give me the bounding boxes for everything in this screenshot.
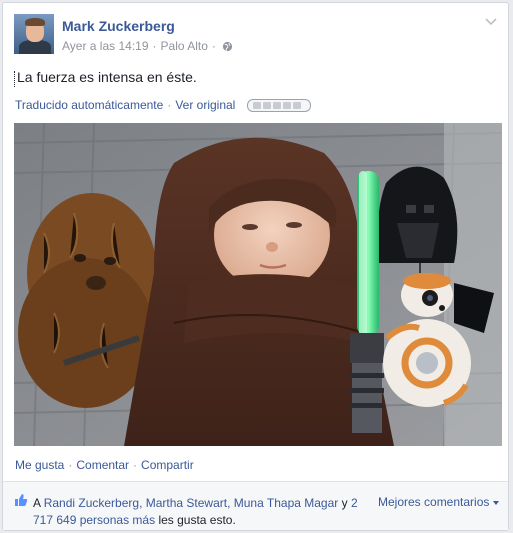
- chevron-down-icon[interactable]: [484, 17, 498, 27]
- comment-button[interactable]: Comentar: [76, 458, 129, 472]
- post-card: Mark Zuckerberg Ayer a las 14:19 · Palo …: [2, 2, 509, 531]
- caret-down-icon: [493, 500, 500, 505]
- like-button[interactable]: Me gusta: [15, 458, 64, 472]
- author-name[interactable]: Mark Zuckerberg: [62, 18, 175, 34]
- see-original-link[interactable]: Ver original: [175, 98, 235, 112]
- thumbs-up-icon: [15, 494, 28, 506]
- profile-avatar[interactable]: [14, 14, 54, 54]
- post-timestamp[interactable]: Ayer a las 14:19: [62, 39, 149, 53]
- post-actions: Me gusta · Comentar · Compartir: [15, 458, 194, 472]
- likes-suffix: les gusta esto.: [158, 513, 236, 527]
- comment-sort-dropdown[interactable]: Mejores comentarios: [378, 495, 500, 509]
- likes-prefix: A: [33, 496, 41, 510]
- likes-summary: A Randi Zuckerberg, Martha Stewart, Muna…: [33, 495, 363, 529]
- translation-bar: Traducido automáticamente · Ver original: [15, 98, 312, 112]
- post-meta: Ayer a las 14:19 · Palo Alto ·: [62, 39, 233, 53]
- globe-icon[interactable]: [222, 41, 233, 52]
- post-text-content: La fuerza es intensa en éste.: [17, 69, 197, 85]
- liker-names[interactable]: Randi Zuckerberg, Martha Stewart, Muna T…: [44, 496, 339, 510]
- post-photo[interactable]: [14, 123, 502, 446]
- comment-sort-label: Mejores comentarios: [378, 495, 490, 509]
- share-button[interactable]: Compartir: [141, 458, 194, 472]
- post-text: La fuerza es intensa en éste.: [14, 69, 197, 87]
- baby-photo-image: [14, 123, 502, 446]
- post-location[interactable]: Palo Alto: [161, 39, 208, 53]
- translation-rating-widget[interactable]: [247, 98, 312, 112]
- auto-translated-label[interactable]: Traducido automáticamente: [15, 98, 163, 112]
- likes-connector: y: [341, 496, 348, 510]
